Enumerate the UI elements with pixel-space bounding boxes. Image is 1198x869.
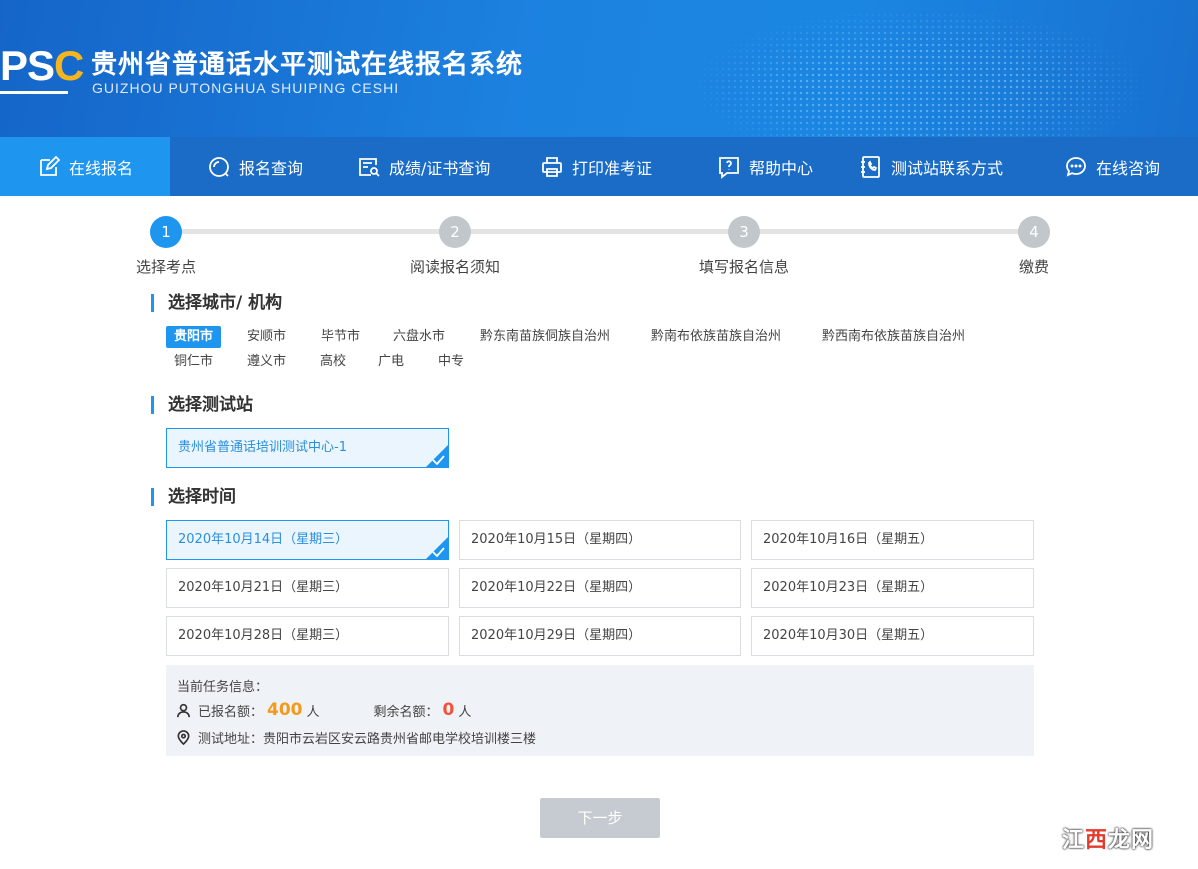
- printer-icon: [542, 156, 562, 177]
- city-option-qianxinan[interactable]: 黔西南布依族苗族自治州: [814, 326, 973, 348]
- nav-score-certificate-query[interactable]: 成绩/证书查询: [320, 137, 502, 196]
- city-section-title: 选择城市/ 机构: [151, 294, 282, 312]
- city-option-qiannan[interactable]: 黔南布依族苗族自治州: [643, 326, 789, 348]
- step-1-label: 选择考点: [135, 258, 197, 276]
- edit-icon: [40, 155, 61, 176]
- step-3-dot: 3: [728, 216, 760, 248]
- nav-station-contacts[interactable]: 测试站联系方式: [826, 137, 1028, 196]
- help-icon: [719, 156, 739, 179]
- city-option-bijie[interactable]: 毕节市: [313, 326, 368, 348]
- time-section-title: 选择时间: [151, 488, 236, 506]
- station-option[interactable]: 贵州省普通话培训测试中心-1: [166, 428, 449, 468]
- task-info-panel: 当前任务信息： 已报名额： 400 人 剩余名额： 0 人 测试地址： 贵阳市云…: [166, 665, 1034, 756]
- time-option[interactable]: 2020年10月22日（星期四）: [459, 568, 741, 608]
- search-icon: [209, 156, 229, 177]
- remaining-count: 0: [442, 700, 455, 720]
- user-icon: [177, 703, 190, 717]
- step-1-dot: 1: [150, 216, 182, 248]
- test-address: 贵阳市云岩区安云路贵州省邮电学校培训楼三楼: [263, 732, 537, 747]
- time-option[interactable]: 2020年10月28日（星期三）: [166, 616, 449, 656]
- city-option-tongren[interactable]: 铜仁市: [166, 351, 221, 373]
- nav-print-admission-ticket[interactable]: 打印准考证: [502, 137, 680, 196]
- registered-count: 400: [267, 700, 303, 720]
- city-option-qiandongnan[interactable]: 黔东南苗族侗族自治州: [472, 326, 618, 348]
- city-option-zunyi[interactable]: 遵义市: [239, 351, 294, 373]
- location-pin-icon: [177, 730, 190, 745]
- city-option-vocational[interactable]: 中专: [430, 351, 472, 373]
- psc-logo: PSC: [0, 44, 84, 100]
- site-subtitle: GUIZHOU PUTONGHUA SHUIPING CESHI: [92, 80, 400, 96]
- site-title: 贵州省普通话水平测试在线报名系统: [91, 50, 524, 80]
- time-option[interactable]: 2020年10月30日（星期五）: [751, 616, 1034, 656]
- next-step-button[interactable]: 下一步: [540, 798, 660, 838]
- time-option[interactable]: 2020年10月15日（星期四）: [459, 520, 741, 560]
- nav-online-consult[interactable]: 在线咨询: [1028, 137, 1198, 196]
- city-option-university[interactable]: 高校: [312, 351, 354, 373]
- city-option-liupanshui[interactable]: 六盘水市: [385, 326, 453, 348]
- main-nav: 在线报名 报名查询 成绩/证书查询 打印准考证 帮助中心 测试站联系方式 在线咨…: [0, 137, 1198, 196]
- phone-book-icon: [861, 155, 880, 178]
- chat-icon: [1066, 156, 1086, 177]
- check-icon: [432, 455, 445, 465]
- header-banner: PSC 贵州省普通话水平测试在线报名系统 GUIZHOU PUTONGHUA S…: [0, 0, 1198, 137]
- step-3-label: 填写报名信息: [698, 258, 790, 276]
- step-track: [166, 229, 1036, 234]
- task-info-title: 当前任务信息：: [177, 680, 269, 695]
- nav-help-center[interactable]: 帮助中心: [680, 137, 826, 196]
- step-2-label: 阅读报名须知: [409, 258, 501, 276]
- time-option[interactable]: 2020年10月16日（星期五）: [751, 520, 1034, 560]
- nav-online-registration[interactable]: 在线报名: [0, 137, 170, 196]
- city-option-broadcast[interactable]: 广电: [370, 351, 412, 373]
- city-option-guiyang[interactable]: 贵阳市: [166, 326, 222, 348]
- world-map-decoration: [690, 0, 1198, 137]
- time-option[interactable]: 2020年10月21日（星期三）: [166, 568, 449, 608]
- city-option-anshun[interactable]: 安顺市: [239, 326, 294, 348]
- certificate-search-icon: [359, 157, 380, 177]
- nav-registration-query[interactable]: 报名查询: [170, 137, 320, 196]
- time-option[interactable]: 2020年10月23日（星期五）: [751, 568, 1034, 608]
- station-section-title: 选择测试站: [151, 396, 253, 414]
- step-2-dot: 2: [439, 216, 471, 248]
- address-row: 测试地址： 贵阳市云岩区安云路贵州省邮电学校培训楼三楼: [176, 728, 536, 747]
- quota-row: 已报名额： 400 人 剩余名额： 0 人: [176, 700, 471, 720]
- check-icon: [432, 547, 445, 557]
- site-watermark: 江西龙网: [1062, 828, 1155, 853]
- time-option[interactable]: 2020年10月29日（星期四）: [459, 616, 741, 656]
- step-4-label: 缴费: [1018, 258, 1050, 276]
- time-option[interactable]: 2020年10月14日（星期三）: [166, 520, 449, 560]
- registration-stepper: 1 2 3 4 选择考点 阅读报名须知 填写报名信息 缴费: [130, 214, 1070, 278]
- step-4-dot: 4: [1018, 216, 1050, 248]
